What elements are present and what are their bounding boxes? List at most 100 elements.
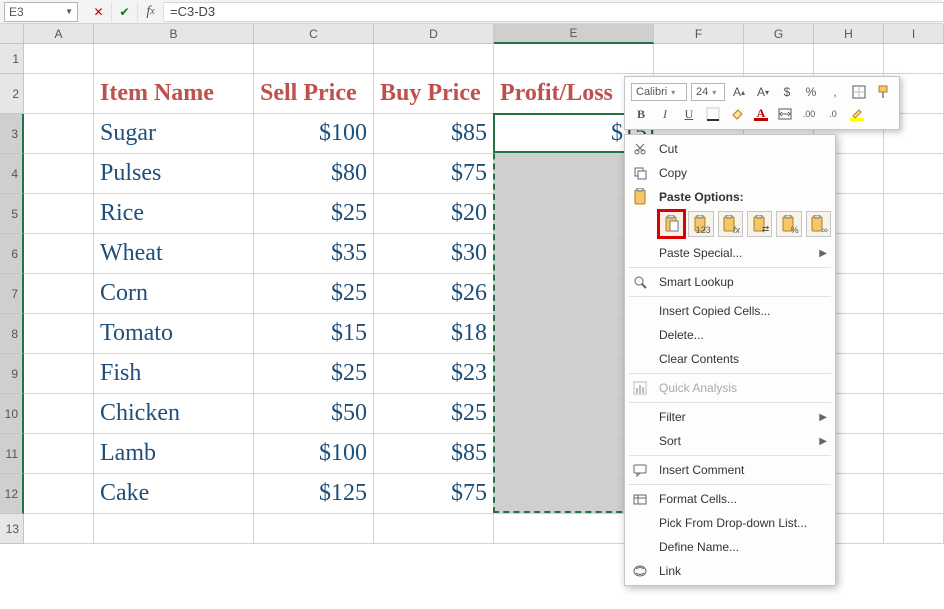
cell-A9[interactable]	[24, 354, 94, 394]
increase-decimal-icon[interactable]: .00	[799, 105, 819, 123]
cell-F1[interactable]	[654, 44, 744, 74]
underline-button[interactable]: U	[679, 105, 699, 123]
col-header-H[interactable]: H	[814, 24, 884, 44]
col-header-C[interactable]: C	[254, 24, 374, 44]
cell-A1[interactable]	[24, 44, 94, 74]
cell-D11[interactable]: $85	[374, 434, 494, 474]
col-header-B[interactable]: B	[94, 24, 254, 44]
comma-format-icon[interactable]: ,	[825, 83, 845, 101]
format-painter-icon[interactable]	[873, 83, 893, 101]
fill-color-icon[interactable]	[727, 105, 747, 123]
cell-A12[interactable]	[24, 474, 94, 514]
cell-D5[interactable]: $20	[374, 194, 494, 234]
cancel-icon[interactable]: ✕	[86, 2, 112, 22]
increase-font-icon[interactable]: A▴	[729, 83, 749, 101]
row-header-1[interactable]: 1	[0, 44, 24, 74]
row-header-12[interactable]: 12	[0, 474, 24, 514]
paste-icon[interactable]	[659, 211, 684, 237]
borders-icon[interactable]	[849, 83, 869, 101]
cell-I12[interactable]	[884, 474, 944, 514]
row-header-6[interactable]: 6	[0, 234, 24, 274]
cell-D9[interactable]: $23	[374, 354, 494, 394]
cell-B4[interactable]: Pulses	[94, 154, 254, 194]
chevron-down-icon[interactable]: ▾	[671, 88, 675, 97]
cell-A6[interactable]	[24, 234, 94, 274]
context-menu[interactable]: Cut Copy Paste Options: 123 fx ⇄ %	[624, 134, 836, 586]
cell-D3[interactable]: $85	[374, 114, 494, 154]
cell-D10[interactable]: $25	[374, 394, 494, 434]
ctx-link[interactable]: Link	[625, 559, 835, 583]
row-header-7[interactable]: 7	[0, 274, 24, 314]
mini-toolbar[interactable]: Calibri ▾ 24 ▾ A▴ A▾ $ % , B I U A	[624, 76, 900, 130]
cell-A2[interactable]	[24, 74, 94, 114]
cell-I5[interactable]	[884, 194, 944, 234]
percent-format-icon[interactable]: %	[801, 83, 821, 101]
cell-A4[interactable]	[24, 154, 94, 194]
cell-C9[interactable]: $25	[254, 354, 374, 394]
cell-C8[interactable]: $15	[254, 314, 374, 354]
cell-D7[interactable]: $26	[374, 274, 494, 314]
row-header-5[interactable]: 5	[0, 194, 24, 234]
cell-D12[interactable]: $75	[374, 474, 494, 514]
ctx-insert-comment[interactable]: Insert Comment	[625, 458, 835, 482]
cell-A10[interactable]	[24, 394, 94, 434]
row-header-4[interactable]: 4	[0, 154, 24, 194]
italic-button[interactable]: I	[655, 105, 675, 123]
cell-B5[interactable]: Rice	[94, 194, 254, 234]
cell-D1[interactable]	[374, 44, 494, 74]
cell-I6[interactable]	[884, 234, 944, 274]
cell-G1[interactable]	[744, 44, 814, 74]
cell-I8[interactable]	[884, 314, 944, 354]
col-header-F[interactable]: F	[654, 24, 744, 44]
cell-C4[interactable]: $80	[254, 154, 374, 194]
enter-icon[interactable]: ✔	[112, 2, 138, 22]
cell-C12[interactable]: $125	[254, 474, 374, 514]
cell-D2[interactable]: Buy Price	[374, 74, 494, 114]
cell-I13[interactable]	[884, 514, 944, 544]
cell-C7[interactable]: $25	[254, 274, 374, 314]
ctx-smart-lookup[interactable]: Smart Lookup	[625, 270, 835, 294]
row-header-13[interactable]: 13	[0, 514, 24, 544]
col-header-E[interactable]: E	[494, 24, 654, 44]
chevron-down-icon[interactable]: ▼	[65, 7, 73, 16]
paste-values-icon[interactable]: 123	[688, 211, 713, 237]
cell-D4[interactable]: $75	[374, 154, 494, 194]
cell-I1[interactable]	[884, 44, 944, 74]
cell-E1[interactable]	[494, 44, 654, 74]
cell-B6[interactable]: Wheat	[94, 234, 254, 274]
font-family-select[interactable]: Calibri ▾	[631, 83, 687, 101]
ctx-paste-special[interactable]: Paste Special... ▶	[625, 241, 835, 265]
bold-button[interactable]: B	[631, 105, 651, 123]
cell-A8[interactable]	[24, 314, 94, 354]
col-header-A[interactable]: A	[24, 24, 94, 44]
cell-C2[interactable]: Sell Price	[254, 74, 374, 114]
cell-A11[interactable]	[24, 434, 94, 474]
font-size-select[interactable]: 24 ▾	[691, 83, 725, 101]
cell-B7[interactable]: Corn	[94, 274, 254, 314]
ctx-delete[interactable]: Delete...	[625, 323, 835, 347]
row-header-2[interactable]: 2	[0, 74, 24, 114]
row-header-10[interactable]: 10	[0, 394, 24, 434]
highlight-icon[interactable]	[847, 105, 867, 123]
cell-B12[interactable]: Cake	[94, 474, 254, 514]
cell-C1[interactable]	[254, 44, 374, 74]
cell-D13[interactable]	[374, 514, 494, 544]
ctx-define-name[interactable]: Define Name...	[625, 535, 835, 559]
cell-I4[interactable]	[884, 154, 944, 194]
cell-B1[interactable]	[94, 44, 254, 74]
cell-I7[interactable]	[884, 274, 944, 314]
formula-bar[interactable]: =C3-D3	[164, 2, 944, 22]
font-color-icon[interactable]: A	[751, 105, 771, 123]
cell-I11[interactable]	[884, 434, 944, 474]
cell-D6[interactable]: $30	[374, 234, 494, 274]
cell-B13[interactable]	[94, 514, 254, 544]
cell-B9[interactable]: Fish	[94, 354, 254, 394]
paste-formatting-icon[interactable]: %	[776, 211, 801, 237]
border-bottom-icon[interactable]	[703, 105, 723, 123]
cell-C10[interactable]: $50	[254, 394, 374, 434]
paste-formulas-icon[interactable]: fx	[718, 211, 743, 237]
cell-D8[interactable]: $18	[374, 314, 494, 354]
row-header-9[interactable]: 9	[0, 354, 24, 394]
merge-center-icon[interactable]	[775, 105, 795, 123]
cell-C13[interactable]	[254, 514, 374, 544]
